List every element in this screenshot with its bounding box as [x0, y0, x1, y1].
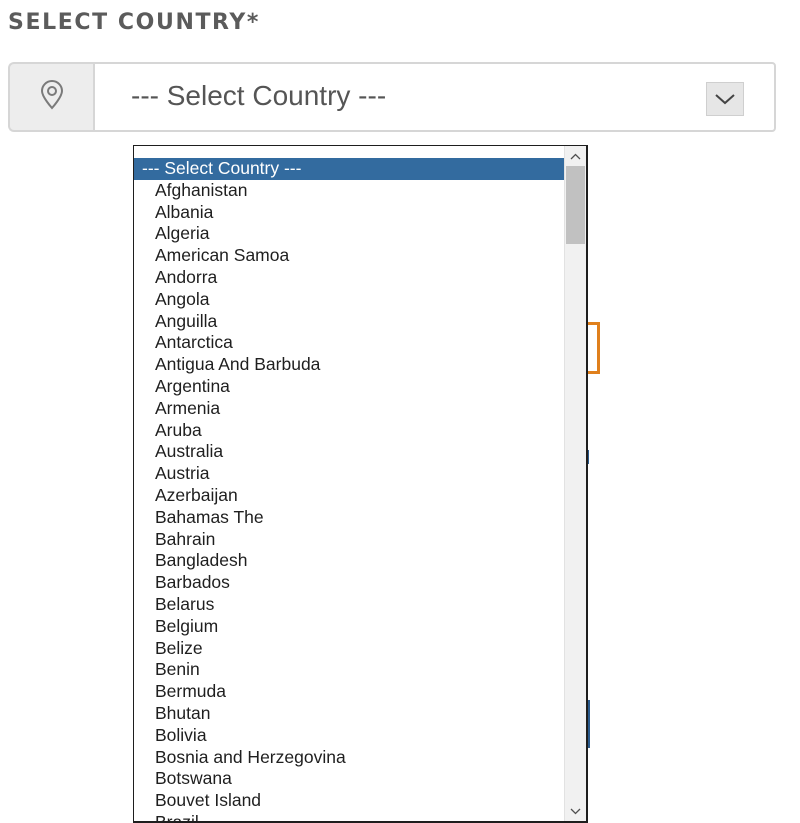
dropdown-option[interactable]: Aruba: [134, 420, 564, 442]
dropdown-option[interactable]: Afghanistan: [134, 180, 564, 202]
dropdown-option[interactable]: Bahamas The: [134, 507, 564, 529]
country-select[interactable]: --- Select Country ---: [93, 62, 776, 132]
dropdown-option[interactable]: Brazil: [134, 812, 564, 821]
dropdown-option[interactable]: Belarus: [134, 594, 564, 616]
dropdown-option[interactable]: Barbados: [134, 572, 564, 594]
page: SELECT COUNTRY* --- Select Country --- -…: [0, 0, 800, 823]
scrollbar[interactable]: [564, 146, 586, 821]
dropdown-option[interactable]: Azerbaijan: [134, 485, 564, 507]
dropdown-option[interactable]: Australia: [134, 441, 564, 463]
country-dropdown-list[interactable]: --- Select Country --- Afghanistan Albania…: [133, 145, 588, 823]
dropdown-option[interactable]: Andorra: [134, 267, 564, 289]
dropdown-option[interactable]: Armenia: [134, 398, 564, 420]
country-select-row: --- Select Country ---: [8, 62, 776, 132]
chevron-down-icon[interactable]: [706, 82, 744, 116]
dropdown-option[interactable]: Bahrain: [134, 529, 564, 551]
dropdown-option[interactable]: Anguilla: [134, 311, 564, 333]
location-addon: [8, 62, 93, 132]
dropdown-option[interactable]: Algeria: [134, 223, 564, 245]
dropdown-option[interactable]: Belgium: [134, 616, 564, 638]
dropdown-option[interactable]: Belize: [134, 638, 564, 660]
dropdown-option-selected[interactable]: --- Select Country ---: [134, 158, 564, 180]
dropdown-option[interactable]: Argentina: [134, 376, 564, 398]
dropdown-option[interactable]: Bouvet Island: [134, 790, 564, 812]
dropdown-option[interactable]: Albania: [134, 202, 564, 224]
dropdown-option[interactable]: Bolivia: [134, 725, 564, 747]
scrollbar-thumb[interactable]: [566, 166, 585, 244]
scroll-down-icon[interactable]: [565, 803, 586, 819]
dropdown-option[interactable]: Antarctica: [134, 332, 564, 354]
dropdown-option[interactable]: Antigua And Barbuda: [134, 354, 564, 376]
dropdown-option[interactable]: Austria: [134, 463, 564, 485]
dropdown-option[interactable]: Bangladesh: [134, 550, 564, 572]
dropdown-option[interactable]: Bermuda: [134, 681, 564, 703]
dropdown-option[interactable]: American Samoa: [134, 245, 564, 267]
dropdown-option[interactable]: Botswana: [134, 768, 564, 790]
background-bracket: [588, 322, 600, 374]
dropdown-option[interactable]: Benin: [134, 659, 564, 681]
location-pin-icon: [39, 79, 65, 115]
option-list: --- Select Country --- Afghanistan Albania…: [134, 158, 564, 821]
dropdown-option[interactable]: Bosnia and Herzegovina: [134, 747, 564, 769]
scroll-up-icon[interactable]: [565, 148, 586, 164]
dropdown-option[interactable]: Angola: [134, 289, 564, 311]
dropdown-option[interactable]: Bhutan: [134, 703, 564, 725]
field-label: SELECT COUNTRY*: [8, 10, 261, 35]
select-current-value: --- Select Country ---: [131, 80, 387, 111]
